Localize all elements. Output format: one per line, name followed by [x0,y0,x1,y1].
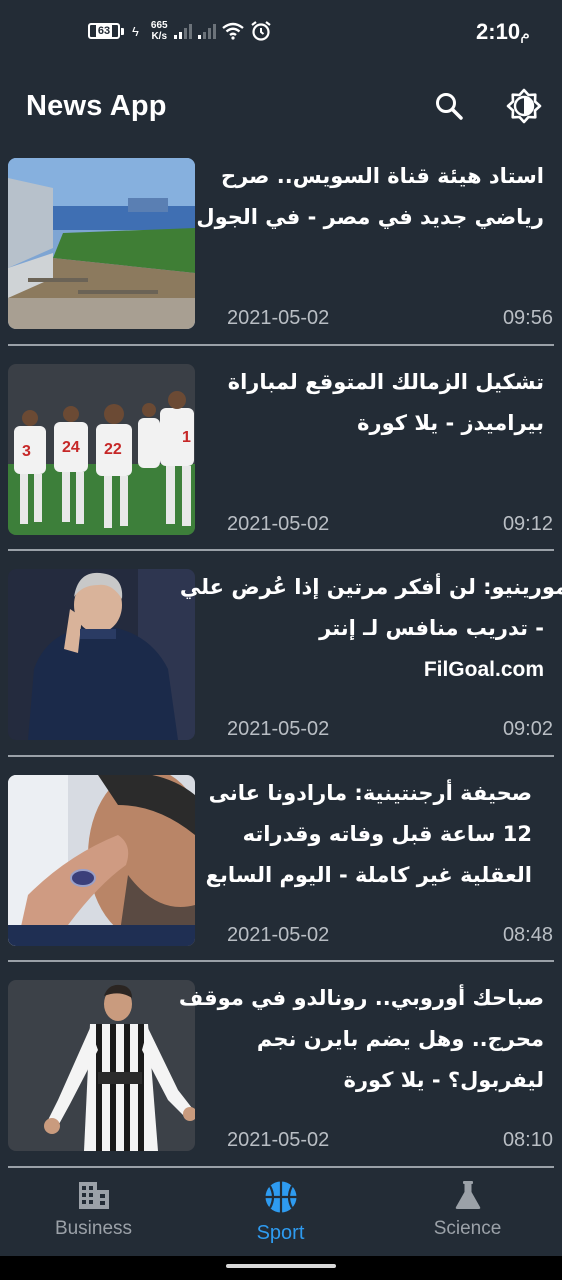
alarm-icon [250,21,271,41]
nav-tab-business[interactable]: Business [0,1180,187,1250]
news-app: 63 ϟ 665 K/s م2:10 News App استاد هيئة ق… [0,0,562,1256]
sport-ball-icon [265,1181,296,1213]
wifi-icon [221,22,244,40]
nav-label-business: Business [54,1218,133,1239]
search-button[interactable] [429,86,469,126]
divider [8,549,554,551]
divider [8,754,554,757]
search-icon [436,93,463,120]
status-time: 2:10 [476,19,521,44]
nav-label-sport: Sport [256,1222,305,1244]
article-item[interactable]: استاد هيئة قناة السويس.. صرح رياضي جديد … [0,150,562,356]
article-item[interactable]: مورينيو: لن أفكر مرتين إذا عُرض علي - تد… [0,561,562,767]
status-icons: 63 ϟ 665 K/s [88,16,272,46]
article-thumbnail-mourinho [8,569,195,740]
app-bar: News App [0,64,562,150]
article-headline: تشكيل الزمالك المتوقع لمباراة بيراميدز -… [227,369,544,435]
article-time: 08:48 [502,923,553,946]
article-thumbnail-ronaldo [8,980,195,1151]
article-time: 09:02 [502,718,553,740]
nav-tab-science[interactable]: Science [374,1180,561,1250]
theme-toggle-button[interactable] [504,86,544,126]
article-headline: صباحك أوروبي.. رونالدو في موقف محرج.. وه… [178,986,544,1092]
article-time: 09:56 [502,307,553,329]
signal-1-icon [173,23,192,39]
brightness-icon [506,88,542,124]
gesture-bar-area [0,1256,562,1280]
article-date: 2021-05-02 [227,307,330,329]
nav-tab-sport[interactable]: Sport [187,1180,374,1250]
article-item[interactable]: صباحك أوروبي.. رونالدو في موقف محرج.. وه… [0,972,562,1178]
article-thumbnail-maradona [8,774,195,946]
svg-text:24: 24 [62,439,80,456]
science-flask-icon [455,1181,480,1209]
divider [8,960,554,962]
charging-icon: ϟ [132,23,139,39]
article-list: استاد هيئة قناة السويس.. صرح رياضي جديد … [0,150,562,1178]
article-item[interactable]: 3 24 22 1 تشكيل الزمالك المتوقع لمباراة … [0,356,562,562]
article-time: 09:12 [502,512,553,535]
article-time: 08:10 [502,1129,553,1151]
article-item[interactable]: صحيفة أرجنتينية: مارادونا عانى 12 ساعة ق… [0,767,562,973]
app-title: News App [26,90,167,122]
article-headline: استاد هيئة قناة السويس.. صرح رياضي جديد … [196,164,544,229]
battery-level: 63 [95,25,113,37]
svg-text:22: 22 [104,441,122,458]
svg-text:3: 3 [22,443,31,460]
status-ampm: م [520,24,530,43]
status-bar: 63 ϟ 665 K/s م2:10 [0,0,562,64]
bottom-navigation: Business Sport Science [0,1170,562,1256]
article-date: 2021-05-02 [227,718,330,740]
battery-icon: 63 [88,23,124,39]
article-date: 2021-05-02 [227,512,330,535]
svg-text:1: 1 [182,429,191,446]
divider [8,343,554,346]
article-date: 2021-05-02 [227,1129,330,1151]
article-headline: مورينيو: لن أفكر مرتين إذا عُرض علي - تد… [179,575,562,681]
article-date: 2021-05-02 [227,923,330,946]
business-building-icon [78,1182,109,1209]
article-headline: صحيفة أرجنتينية: مارادونا عانى 12 ساعة ق… [205,780,532,887]
divider [8,1165,554,1168]
signal-2-icon [197,23,216,39]
article-thumbnail-stadium [8,158,195,329]
home-gesture-handle[interactable] [226,1264,336,1268]
network-speed: 665 K/s [150,20,168,42]
article-thumbnail-players: 3 24 22 1 [8,363,195,535]
status-clock: م2:10 [476,19,536,45]
nav-label-science: Science [433,1218,502,1239]
